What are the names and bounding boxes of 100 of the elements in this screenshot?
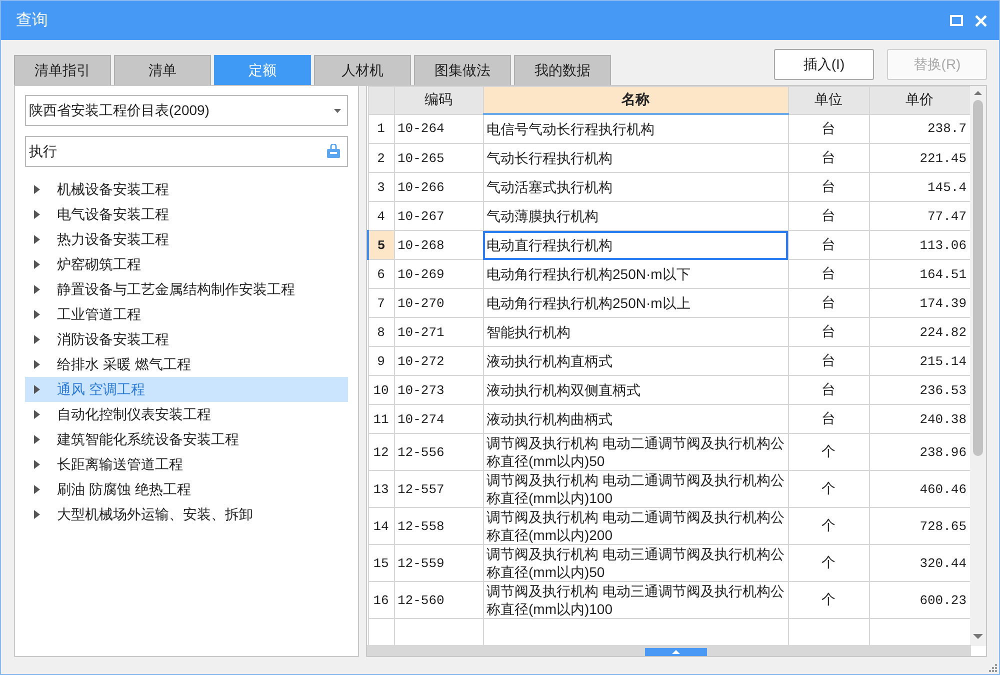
tree-item[interactable]: 电气设备安装工程 bbox=[25, 202, 348, 227]
row-number[interactable]: 5 bbox=[368, 230, 394, 260]
tree-item[interactable]: 静置设备与工艺金属结构制作安装工程 bbox=[25, 277, 348, 302]
tree-item[interactable]: 机械设备安装工程 bbox=[25, 177, 348, 202]
table-cell: 气动活塞式执行机构 bbox=[483, 172, 788, 202]
expand-arrow-icon[interactable] bbox=[34, 185, 40, 194]
table-cell: 液动执行机构直柄式 bbox=[483, 346, 788, 376]
table-cell: 台 bbox=[788, 288, 869, 318]
expand-arrow-icon[interactable] bbox=[34, 335, 40, 344]
table-cell: 12-556 bbox=[394, 434, 483, 470]
table-cell: 10-270 bbox=[394, 288, 483, 318]
column-header[interactable]: 单位 bbox=[788, 86, 869, 114]
tree-item[interactable]: 热力设备安装工程 bbox=[25, 227, 348, 252]
tree-item[interactable]: 工业管道工程 bbox=[25, 302, 348, 327]
tab[interactable]: 人材机 bbox=[314, 55, 411, 86]
expand-arrow-icon[interactable] bbox=[34, 310, 40, 319]
column-header[interactable]: 单价 bbox=[869, 86, 970, 114]
row-number[interactable]: 1 bbox=[368, 114, 394, 144]
table-cell: 电信号气动长行程执行机构 bbox=[483, 114, 788, 144]
expand-arrow-icon[interactable] bbox=[34, 210, 40, 219]
table-cell: 个 bbox=[788, 434, 869, 470]
row-number[interactable]: 2 bbox=[368, 144, 394, 172]
expand-arrow-icon[interactable] bbox=[34, 460, 40, 469]
row-number[interactable]: 7 bbox=[368, 288, 394, 318]
close-icon[interactable] bbox=[975, 14, 987, 26]
table-cell: 气动长行程执行机构 bbox=[483, 144, 788, 172]
row-number[interactable]: 13 bbox=[368, 470, 394, 508]
table-cell: 调节阀及执行机构 电动三通调节阀及执行机构公称直径(mm以内)50 bbox=[483, 544, 788, 582]
expand-arrow-icon[interactable] bbox=[34, 235, 40, 244]
row-number[interactable]: 3 bbox=[368, 172, 394, 202]
tab[interactable]: 清单指引 bbox=[14, 55, 111, 86]
table-cell: 个 bbox=[788, 582, 869, 618]
row-number[interactable]: 15 bbox=[368, 544, 394, 582]
tree-item[interactable]: 给排水 采暖 燃气工程 bbox=[25, 352, 348, 377]
row-number[interactable]: 12 bbox=[368, 434, 394, 470]
table-cell: 10-272 bbox=[394, 346, 483, 376]
table-cell: 台 bbox=[788, 114, 869, 144]
table-cell: 10-273 bbox=[394, 376, 483, 404]
row-number[interactable]: 11 bbox=[368, 404, 394, 434]
tab[interactable]: 清单 bbox=[114, 55, 211, 86]
tree-item[interactable]: 刷油 防腐蚀 绝热工程 bbox=[25, 477, 348, 502]
table-cell: 个 bbox=[788, 470, 869, 508]
table-cell: 12-558 bbox=[394, 508, 483, 544]
expand-arrow-icon[interactable] bbox=[34, 410, 40, 419]
tree-item[interactable]: 自动化控制仪表安装工程 bbox=[25, 402, 348, 427]
row-number[interactable]: 10 bbox=[368, 376, 394, 404]
expand-arrow-icon[interactable] bbox=[34, 385, 40, 394]
corner-cell bbox=[368, 86, 394, 114]
table-cell: 电动直行程执行机构 bbox=[483, 230, 788, 260]
table-cell: 10-265 bbox=[394, 144, 483, 172]
row-number[interactable]: 4 bbox=[368, 202, 394, 230]
library-dropdown[interactable]: 陕西省安装工程价目表(2009) bbox=[25, 95, 348, 126]
table-cell: 台 bbox=[788, 346, 869, 376]
insert-button[interactable]: 插入(I) bbox=[774, 49, 874, 80]
tree-item[interactable]: 炉窑砌筑工程 bbox=[25, 252, 348, 277]
search-field[interactable]: 执行 bbox=[25, 136, 348, 167]
expand-arrow-icon[interactable] bbox=[34, 360, 40, 369]
table-cell: 调节阀及执行机构 电动三通调节阀及执行机构公称直径(mm以内)100 bbox=[483, 582, 788, 618]
expand-arrow-icon[interactable] bbox=[34, 485, 40, 494]
table-cell: 调节阀及执行机构 电动二通调节阀及执行机构公称直径(mm以内)200 bbox=[483, 508, 788, 544]
expand-arrow-icon[interactable] bbox=[34, 285, 40, 294]
column-header[interactable]: 名称 bbox=[483, 86, 788, 114]
tree-item[interactable]: 长距离输送管道工程 bbox=[25, 452, 348, 477]
row-number[interactable]: 14 bbox=[368, 508, 394, 544]
table-cell: 台 bbox=[788, 404, 869, 434]
row-number[interactable]: 16 bbox=[368, 582, 394, 618]
table-cell: 台 bbox=[788, 318, 869, 346]
maximize-icon[interactable] bbox=[950, 14, 963, 26]
column-header[interactable]: 编码 bbox=[394, 86, 483, 114]
row-number[interactable]: 8 bbox=[368, 318, 394, 346]
row-number[interactable]: 9 bbox=[368, 346, 394, 376]
table-cell: 电动角行程执行机构250N·m以下 bbox=[483, 260, 788, 288]
expand-arrow-icon[interactable] bbox=[34, 260, 40, 269]
tree-item[interactable]: 消防设备安装工程 bbox=[25, 327, 348, 352]
expand-arrow-icon[interactable] bbox=[34, 435, 40, 444]
table-cell: 12-560 bbox=[394, 582, 483, 618]
table-cell: 10-266 bbox=[394, 172, 483, 202]
table-cell: 个 bbox=[788, 508, 869, 544]
table-cell: 调节阀及执行机构 电动二通调节阀及执行机构公称直径(mm以内)100 bbox=[483, 470, 788, 508]
table-cell: 10-274 bbox=[394, 404, 483, 434]
table-cell: 台 bbox=[788, 202, 869, 230]
table-cell: 调节阀及执行机构 电动二通调节阀及执行机构公称直径(mm以内)50 bbox=[483, 434, 788, 470]
dropdown-caret-icon bbox=[334, 108, 341, 112]
tab[interactable]: 我的数据 bbox=[514, 55, 611, 86]
tree-item[interactable]: 大型机械场外运输、安装、拆卸 bbox=[25, 502, 348, 527]
table-cell: 气动薄膜执行机构 bbox=[483, 202, 788, 230]
table-cell: 台 bbox=[788, 230, 869, 260]
table-cell: 台 bbox=[788, 172, 869, 202]
table-cell: 液动执行机构双侧直柄式 bbox=[483, 376, 788, 404]
table-cell: 电动角行程执行机构250N·m以上 bbox=[483, 288, 788, 318]
table-cell: 12-559 bbox=[394, 544, 483, 582]
table-cell: 10-264 bbox=[394, 114, 483, 144]
row-number[interactable]: 6 bbox=[368, 260, 394, 288]
table-cell: 10-269 bbox=[394, 260, 483, 288]
tree-item[interactable]: 建筑智能化系统设备安装工程 bbox=[25, 427, 348, 452]
table-cell: 台 bbox=[788, 376, 869, 404]
resize-grip-icon[interactable] bbox=[988, 663, 997, 672]
table-cell: 液动执行机构曲柄式 bbox=[483, 404, 788, 434]
tab[interactable]: 图集做法 bbox=[414, 55, 511, 86]
expand-arrow-icon[interactable] bbox=[34, 510, 40, 519]
